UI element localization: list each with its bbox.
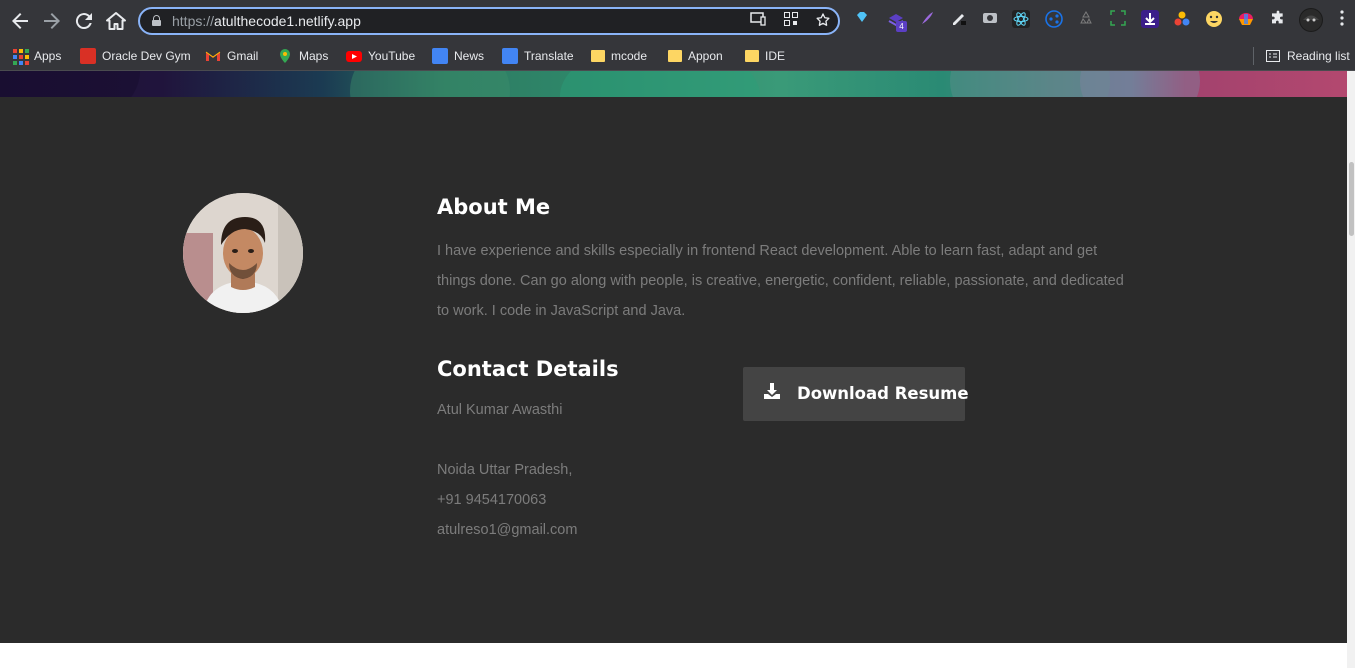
pen-extension-icon[interactable] xyxy=(949,10,969,30)
scrollbar-thumb[interactable] xyxy=(1349,162,1354,236)
cast-icon[interactable] xyxy=(748,12,768,32)
bookmark-translate[interactable]: Translate xyxy=(502,46,574,66)
banner-shape xyxy=(350,71,510,97)
browser-toolbar: https://atulthecode1.netlify.app 4 xyxy=(0,0,1355,41)
oracle-icon xyxy=(80,48,96,64)
bookmark-folder-ide[interactable]: IDE xyxy=(745,46,785,66)
reading-list-button[interactable]: Reading list xyxy=(1265,46,1350,66)
bookmark-label: YouTube xyxy=(368,49,416,63)
reading-list-label: Reading list xyxy=(1287,49,1350,63)
banner-shape xyxy=(0,71,140,97)
bookmark-youtube[interactable]: YouTube xyxy=(346,46,415,66)
contact-email: atulreso1@gmail.com xyxy=(437,522,578,538)
bookmark-gmail[interactable]: Gmail xyxy=(205,46,258,66)
bookmark-label: Maps xyxy=(299,49,329,63)
maps-icon xyxy=(277,48,293,64)
hero-banner-strip xyxy=(0,71,1347,97)
gmail-icon xyxy=(205,48,221,64)
stack-extension-icon[interactable]: 4 xyxy=(886,10,907,32)
dots-extension-icon[interactable] xyxy=(1172,10,1192,30)
share-extension-icon[interactable] xyxy=(1044,10,1064,30)
extension-badge: 4 xyxy=(896,21,907,32)
banner-shape xyxy=(560,71,760,97)
contact-address: Noida Uttar Pradesh, xyxy=(437,462,573,478)
banner-shape xyxy=(1080,71,1200,97)
contact-heading: Contact Details xyxy=(437,357,619,381)
bookmark-label: mcode xyxy=(611,49,648,63)
translate-icon xyxy=(502,48,518,64)
bookmark-oracle-dev-gym[interactable]: Oracle Dev Gym xyxy=(80,46,191,66)
home-icon[interactable] xyxy=(104,9,128,33)
camera-extension-icon[interactable] xyxy=(980,10,1000,30)
apps-grid-icon xyxy=(12,48,29,65)
puzzle-extensions-icon[interactable] xyxy=(1268,10,1288,30)
about-heading: About Me xyxy=(437,195,551,219)
brain-extension-icon[interactable] xyxy=(1236,10,1256,30)
bookmark-label: Translate xyxy=(524,49,574,63)
news-icon xyxy=(432,48,448,64)
folder-icon xyxy=(591,50,605,62)
contact-phone: +91 9454170063 xyxy=(437,492,547,508)
bookmark-folder-mcode[interactable]: mcode xyxy=(591,46,647,66)
qr-code-icon[interactable] xyxy=(781,12,801,32)
bookmark-label: Apps xyxy=(34,49,62,63)
downloader-extension-icon[interactable] xyxy=(1140,10,1160,30)
download-resume-button[interactable]: Download Resume xyxy=(743,367,969,421)
lock-icon xyxy=(152,15,161,26)
diamond-extension-icon[interactable] xyxy=(852,10,872,30)
bookmark-label: Gmail xyxy=(227,49,259,63)
url-text[interactable]: https://atulthecode1.netlify.app xyxy=(172,13,361,29)
bookmark-maps[interactable]: Maps xyxy=(277,46,328,66)
profile-avatar-icon[interactable] xyxy=(1299,8,1323,32)
bookmark-label: IDE xyxy=(765,49,786,63)
contact-name: Atul Kumar Awasthi xyxy=(437,402,563,418)
download-icon xyxy=(763,382,781,400)
profile-photo xyxy=(183,193,303,313)
folder-icon xyxy=(668,50,682,62)
bookmark-label: News xyxy=(454,49,485,63)
back-arrow-icon[interactable] xyxy=(8,9,32,33)
address-bar[interactable]: https://atulthecode1.netlify.app xyxy=(138,7,840,35)
bookmark-star-icon[interactable] xyxy=(813,12,833,32)
bookmark-label: Oracle Dev Gym xyxy=(102,49,191,63)
reading-list-icon xyxy=(1265,48,1281,64)
forward-arrow-icon[interactable] xyxy=(40,9,64,33)
page-viewport: About Me I have experience and skills es… xyxy=(0,71,1347,668)
bookmark-apps[interactable]: Apps xyxy=(12,46,61,66)
youtube-icon xyxy=(346,48,362,64)
menu-kebab-icon[interactable] xyxy=(1332,10,1352,30)
folder-icon xyxy=(745,50,759,62)
about-paragraph: I have experience and skills especially … xyxy=(437,243,1124,319)
bookmark-news[interactable]: News xyxy=(432,46,484,66)
screenshot-extension-icon[interactable] xyxy=(1108,10,1128,30)
download-resume-label: Download Resume xyxy=(797,384,969,403)
bookmarks-separator xyxy=(1253,47,1254,65)
recycle-extension-icon[interactable] xyxy=(1076,10,1096,30)
bookmarks-bar: Apps Oracle Dev Gym Gmail Maps YouTube N… xyxy=(0,41,1355,71)
react-devtools-icon[interactable] xyxy=(1011,10,1031,30)
emoji-extension-icon[interactable] xyxy=(1204,10,1224,30)
scrollbar-track[interactable] xyxy=(1347,71,1355,668)
about-section: About Me I have experience and skills es… xyxy=(0,97,1347,643)
reload-icon[interactable] xyxy=(72,9,96,33)
feather-extension-icon[interactable] xyxy=(917,10,937,30)
bookmark-folder-appon[interactable]: Appon xyxy=(668,46,723,66)
bookmark-label: Appon xyxy=(688,49,723,63)
